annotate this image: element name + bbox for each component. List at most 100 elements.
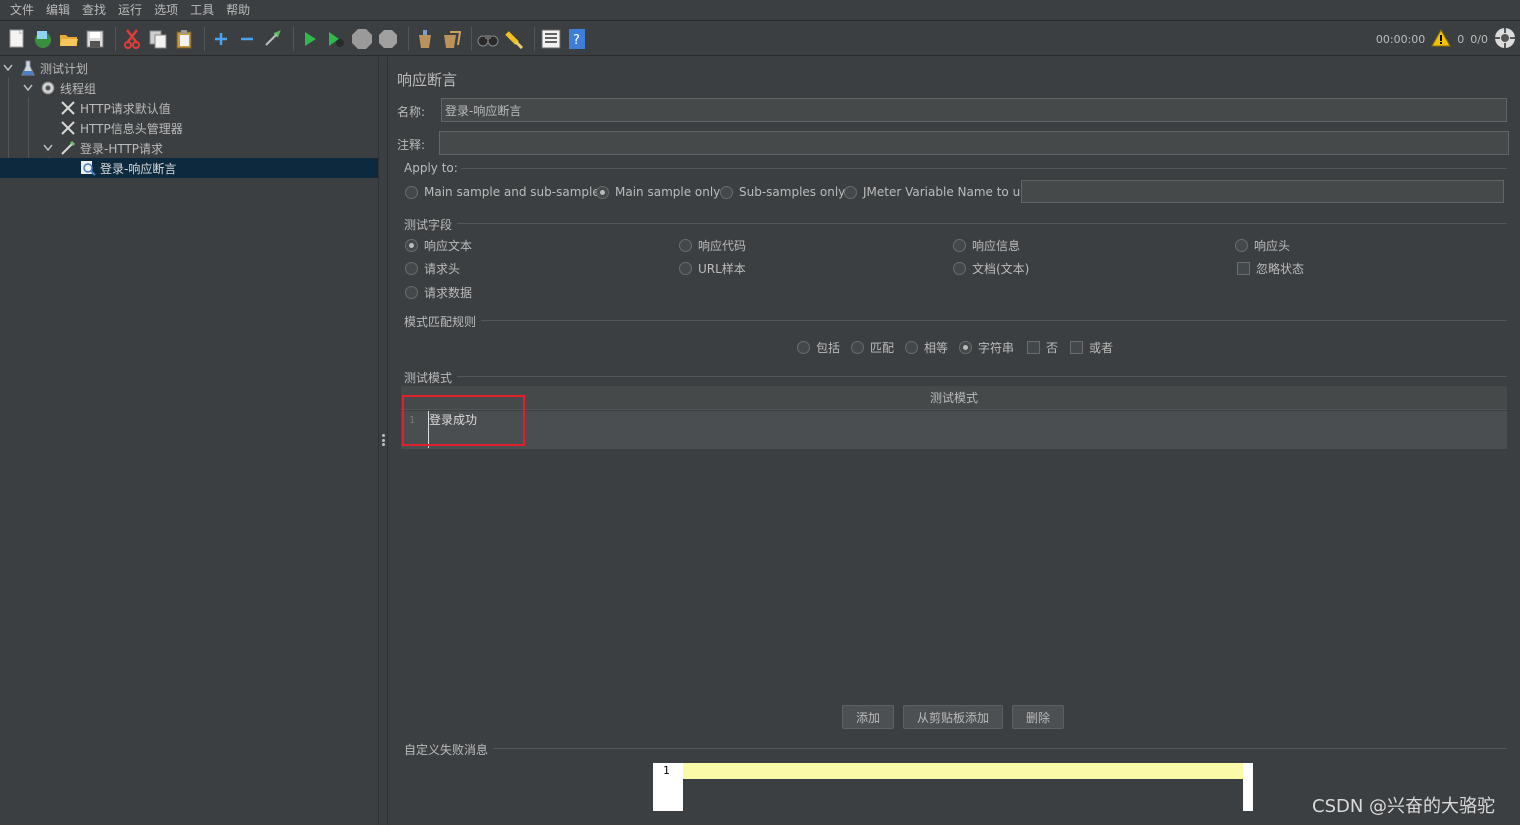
copy-icon[interactable] bbox=[147, 28, 169, 50]
apply-main-and-sub-option[interactable]: Main sample and sub-samples bbox=[405, 185, 606, 199]
chevron-down-icon[interactable] bbox=[22, 82, 34, 94]
checkbox[interactable] bbox=[1070, 341, 1083, 354]
chevron-down-icon[interactable] bbox=[2, 62, 14, 74]
ignore-status-checkbox[interactable]: 忽略状态 bbox=[1237, 260, 1304, 277]
tree-item-http-request[interactable]: 登录-HTTP请求 bbox=[42, 138, 378, 158]
menu-tools[interactable]: 工具 bbox=[184, 0, 220, 21]
field-response-text-option[interactable]: 响应文本 bbox=[405, 237, 472, 254]
field-url-sample-option[interactable]: URL样本 bbox=[679, 260, 746, 277]
tree-item-response-assertion[interactable]: 登录-响应断言 bbox=[0, 158, 378, 178]
save-icon[interactable] bbox=[84, 28, 106, 50]
chevron-down-icon[interactable] bbox=[42, 142, 54, 154]
rule-equals-option[interactable]: 相等 bbox=[905, 339, 948, 356]
radio-button-selected[interactable] bbox=[959, 341, 972, 354]
name-field[interactable]: 登录-响应断言 bbox=[441, 98, 1507, 122]
search-icon[interactable] bbox=[477, 28, 499, 50]
jmeter-variable-field[interactable] bbox=[1021, 180, 1504, 203]
open-icon[interactable] bbox=[58, 28, 80, 50]
splitter-grip[interactable] bbox=[382, 434, 385, 446]
option-label: Main sample only bbox=[615, 185, 721, 199]
editor-body[interactable] bbox=[683, 779, 1243, 811]
tree-item-http-defaults[interactable]: HTTP请求默认值 bbox=[60, 98, 378, 118]
clear-all-icon[interactable] bbox=[440, 28, 462, 50]
rule-contains-option[interactable]: 包括 bbox=[797, 339, 840, 356]
option-label: 字符串 bbox=[978, 341, 1015, 355]
radio-button[interactable] bbox=[844, 185, 857, 199]
field-response-message-option[interactable]: 响应信息 bbox=[953, 237, 1020, 254]
radio-button[interactable] bbox=[953, 239, 966, 252]
radio-button[interactable] bbox=[679, 262, 692, 275]
rule-matches-option[interactable]: 匹配 bbox=[851, 339, 894, 356]
rule-not-checkbox[interactable]: 否 bbox=[1027, 339, 1058, 356]
checkbox[interactable] bbox=[1027, 341, 1040, 354]
radio-button[interactable] bbox=[405, 185, 418, 199]
custom-message-editor[interactable]: 1 bbox=[653, 763, 1253, 811]
option-label: 请求头 bbox=[424, 262, 461, 276]
rule-substring-option[interactable]: 字符串 bbox=[959, 339, 1014, 356]
expand-icon[interactable] bbox=[210, 28, 232, 50]
menu-options[interactable]: 选项 bbox=[148, 0, 184, 21]
radio-button[interactable] bbox=[405, 262, 418, 275]
field-request-headers-option[interactable]: 请求头 bbox=[405, 260, 460, 277]
radio-button[interactable] bbox=[797, 341, 810, 354]
start-no-pause-icon[interactable] bbox=[325, 28, 347, 50]
editor-current-line[interactable] bbox=[683, 763, 1243, 779]
field-request-data-option[interactable]: 请求数据 bbox=[405, 284, 472, 301]
section-divider bbox=[493, 748, 1507, 749]
apply-main-only-option[interactable]: Main sample only bbox=[596, 185, 720, 199]
clear-icon[interactable] bbox=[414, 28, 436, 50]
tree-item-header-manager[interactable]: HTTP信息头管理器 bbox=[60, 118, 378, 138]
menu-search[interactable]: 查找 bbox=[76, 0, 112, 21]
radio-button-selected[interactable] bbox=[405, 239, 418, 252]
checkbox[interactable] bbox=[1237, 262, 1250, 275]
stop-icon[interactable] bbox=[351, 28, 373, 50]
radio-button[interactable] bbox=[720, 185, 733, 199]
pipette-icon bbox=[60, 140, 76, 156]
tree-item-thread-group[interactable]: 线程组 bbox=[22, 78, 378, 98]
cut-icon[interactable] bbox=[121, 28, 143, 50]
option-label: 请求数据 bbox=[424, 286, 473, 300]
menu-run[interactable]: 运行 bbox=[112, 0, 148, 21]
rule-or-checkbox[interactable]: 或者 bbox=[1070, 339, 1113, 356]
pattern-row[interactable]: 1 登录成功 bbox=[401, 411, 1507, 449]
tree-item-test-plan[interactable]: 测试计划 bbox=[2, 58, 378, 78]
menu-file[interactable]: 文件 bbox=[4, 0, 40, 21]
toolbar-separator bbox=[204, 26, 205, 51]
menu-edit[interactable]: 编辑 bbox=[40, 0, 76, 21]
menu-help[interactable]: 帮助 bbox=[220, 0, 256, 21]
field-document-option[interactable]: 文档(文本) bbox=[953, 260, 1029, 277]
apply-sub-only-option[interactable]: Sub-samples only bbox=[720, 185, 845, 199]
radio-button[interactable] bbox=[1235, 239, 1248, 252]
reset-search-icon[interactable] bbox=[503, 28, 525, 50]
start-icon[interactable] bbox=[299, 28, 321, 50]
add-from-clipboard-button[interactable]: 从剪贴板添加 bbox=[903, 705, 1003, 729]
add-button[interactable]: 添加 bbox=[842, 705, 894, 729]
radio-button[interactable] bbox=[679, 239, 692, 252]
radio-button[interactable] bbox=[405, 286, 418, 299]
comment-field[interactable] bbox=[439, 131, 1509, 155]
function-helper-icon[interactable] bbox=[540, 28, 562, 50]
delete-button[interactable]: 删除 bbox=[1012, 705, 1064, 729]
patterns-column-header[interactable]: 测试模式 bbox=[401, 386, 1507, 410]
toolbar-separator bbox=[471, 26, 472, 51]
field-response-code-option[interactable]: 响应代码 bbox=[679, 237, 746, 254]
radio-button[interactable] bbox=[851, 341, 864, 354]
menu-bar: 文件 编辑 查找 运行 选项 工具 帮助 bbox=[0, 0, 1520, 21]
templates-icon[interactable] bbox=[32, 28, 54, 50]
paste-icon[interactable] bbox=[173, 28, 195, 50]
new-icon[interactable] bbox=[6, 28, 28, 50]
warning-icon[interactable] bbox=[1431, 28, 1452, 50]
radio-button[interactable] bbox=[953, 262, 966, 275]
shutdown-icon[interactable] bbox=[377, 28, 399, 50]
toggle-icon[interactable] bbox=[262, 28, 284, 50]
remote-status-icon[interactable] bbox=[1494, 27, 1516, 52]
field-response-headers-option[interactable]: 响应头 bbox=[1235, 237, 1290, 254]
radio-button[interactable] bbox=[905, 341, 918, 354]
toolbar-separator bbox=[534, 26, 535, 51]
help-icon[interactable]: ? bbox=[566, 28, 588, 50]
collapse-icon[interactable] bbox=[236, 28, 258, 50]
radio-button-selected[interactable] bbox=[596, 185, 609, 199]
pane-splitter[interactable] bbox=[378, 57, 388, 825]
wrench-icon bbox=[60, 120, 76, 136]
apply-jmeter-variable-option[interactable]: JMeter Variable Name to use bbox=[844, 185, 1034, 199]
